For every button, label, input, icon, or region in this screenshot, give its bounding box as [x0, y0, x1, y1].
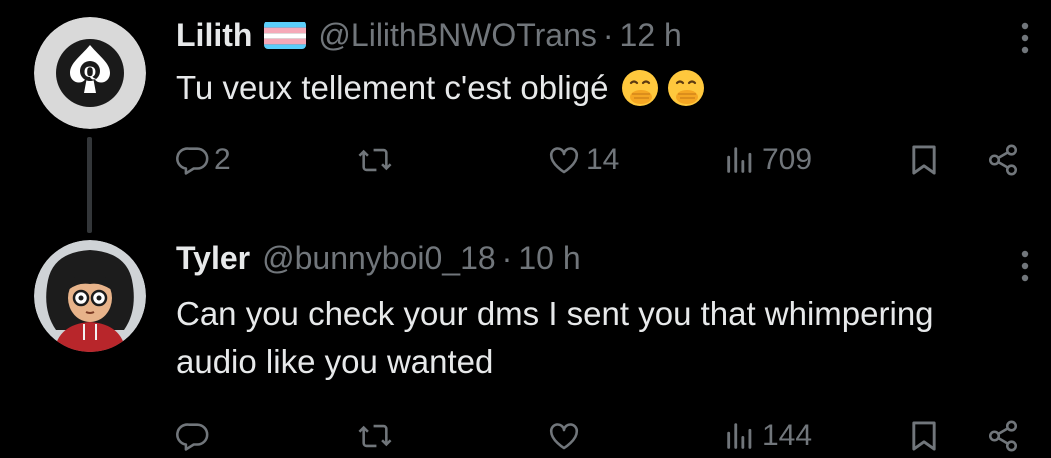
tweet[interactable]: Tyler @bunnyboi0_18 · 10 h Can you check… — [0, 228, 1051, 454]
bookmark-icon — [912, 145, 936, 175]
separator-dot: · — [501, 239, 513, 276]
display-name[interactable]: Lilith — [176, 17, 252, 54]
tweet-text: Tu veux tellement c'est obligé — [176, 64, 996, 112]
tweet-actions: 144 — [176, 414, 1031, 458]
face-with-hand-over-mouth-emoji-icon — [666, 68, 706, 108]
share-icon — [988, 420, 1018, 452]
retweet-button[interactable] — [356, 414, 398, 458]
reply-count: 2 — [214, 143, 231, 176]
avatar[interactable] — [34, 240, 146, 352]
retweet-icon — [358, 424, 392, 448]
bookmark-icon — [912, 421, 936, 451]
retweet-icon — [358, 148, 392, 172]
heart-icon — [549, 147, 579, 174]
views-chart-icon — [727, 147, 752, 173]
queen-of-spades-avatar-icon: Q — [34, 17, 146, 129]
view-count: 709 — [762, 143, 813, 176]
like-button[interactable]: 14 — [546, 138, 619, 182]
cartoon-person-avatar-icon — [34, 240, 146, 352]
share-button[interactable] — [986, 414, 1020, 458]
like-count: 14 — [586, 143, 620, 176]
tweet-text-content: Tu veux tellement c'est obligé — [176, 69, 609, 106]
transgender-flag-icon — [264, 21, 307, 49]
avatar[interactable]: Q — [34, 17, 146, 129]
user-handle[interactable]: @LilithBNWOTrans — [318, 17, 596, 54]
timestamp[interactable]: 12 h — [620, 17, 682, 54]
reply-icon — [176, 423, 209, 451]
reply-button[interactable]: 2 — [176, 138, 231, 182]
views-button[interactable]: 709 — [722, 138, 812, 182]
timestamp[interactable]: 10 h — [518, 240, 580, 277]
more-options-icon[interactable] — [1019, 18, 1031, 58]
separator-dot: · — [602, 16, 614, 53]
tweet[interactable]: Q Lilith @LilithBNWOTrans · 12 h Tu veux… — [0, 0, 1051, 233]
tweet-header: Lilith @LilithBNWOTrans · 12 h — [176, 15, 682, 55]
share-icon — [988, 144, 1018, 176]
thread-connector-line — [87, 137, 92, 233]
face-with-hand-over-mouth-emoji-icon — [620, 68, 660, 108]
tweet-text: Can you check your dms I sent you that w… — [176, 295, 934, 380]
retweet-button[interactable] — [356, 138, 398, 182]
reply-icon — [176, 147, 209, 175]
share-button[interactable] — [986, 138, 1020, 182]
tweet-header: Tyler @bunnyboi0_18 · 10 h — [176, 238, 581, 278]
more-options-icon[interactable] — [1019, 246, 1031, 286]
user-handle[interactable]: @bunnyboi0_18 — [262, 240, 496, 277]
bookmark-button[interactable] — [908, 138, 940, 182]
svg-text:Q: Q — [84, 64, 96, 81]
view-count: 144 — [762, 419, 813, 452]
heart-icon — [549, 423, 579, 450]
reply-button[interactable] — [176, 414, 214, 458]
views-chart-icon — [727, 423, 752, 449]
display-name[interactable]: Tyler — [176, 240, 250, 277]
tweet-actions: 2 14 709 — [176, 138, 1031, 182]
like-button[interactable] — [546, 414, 586, 458]
bookmark-button[interactable] — [908, 414, 940, 458]
views-button[interactable]: 144 — [722, 414, 812, 458]
